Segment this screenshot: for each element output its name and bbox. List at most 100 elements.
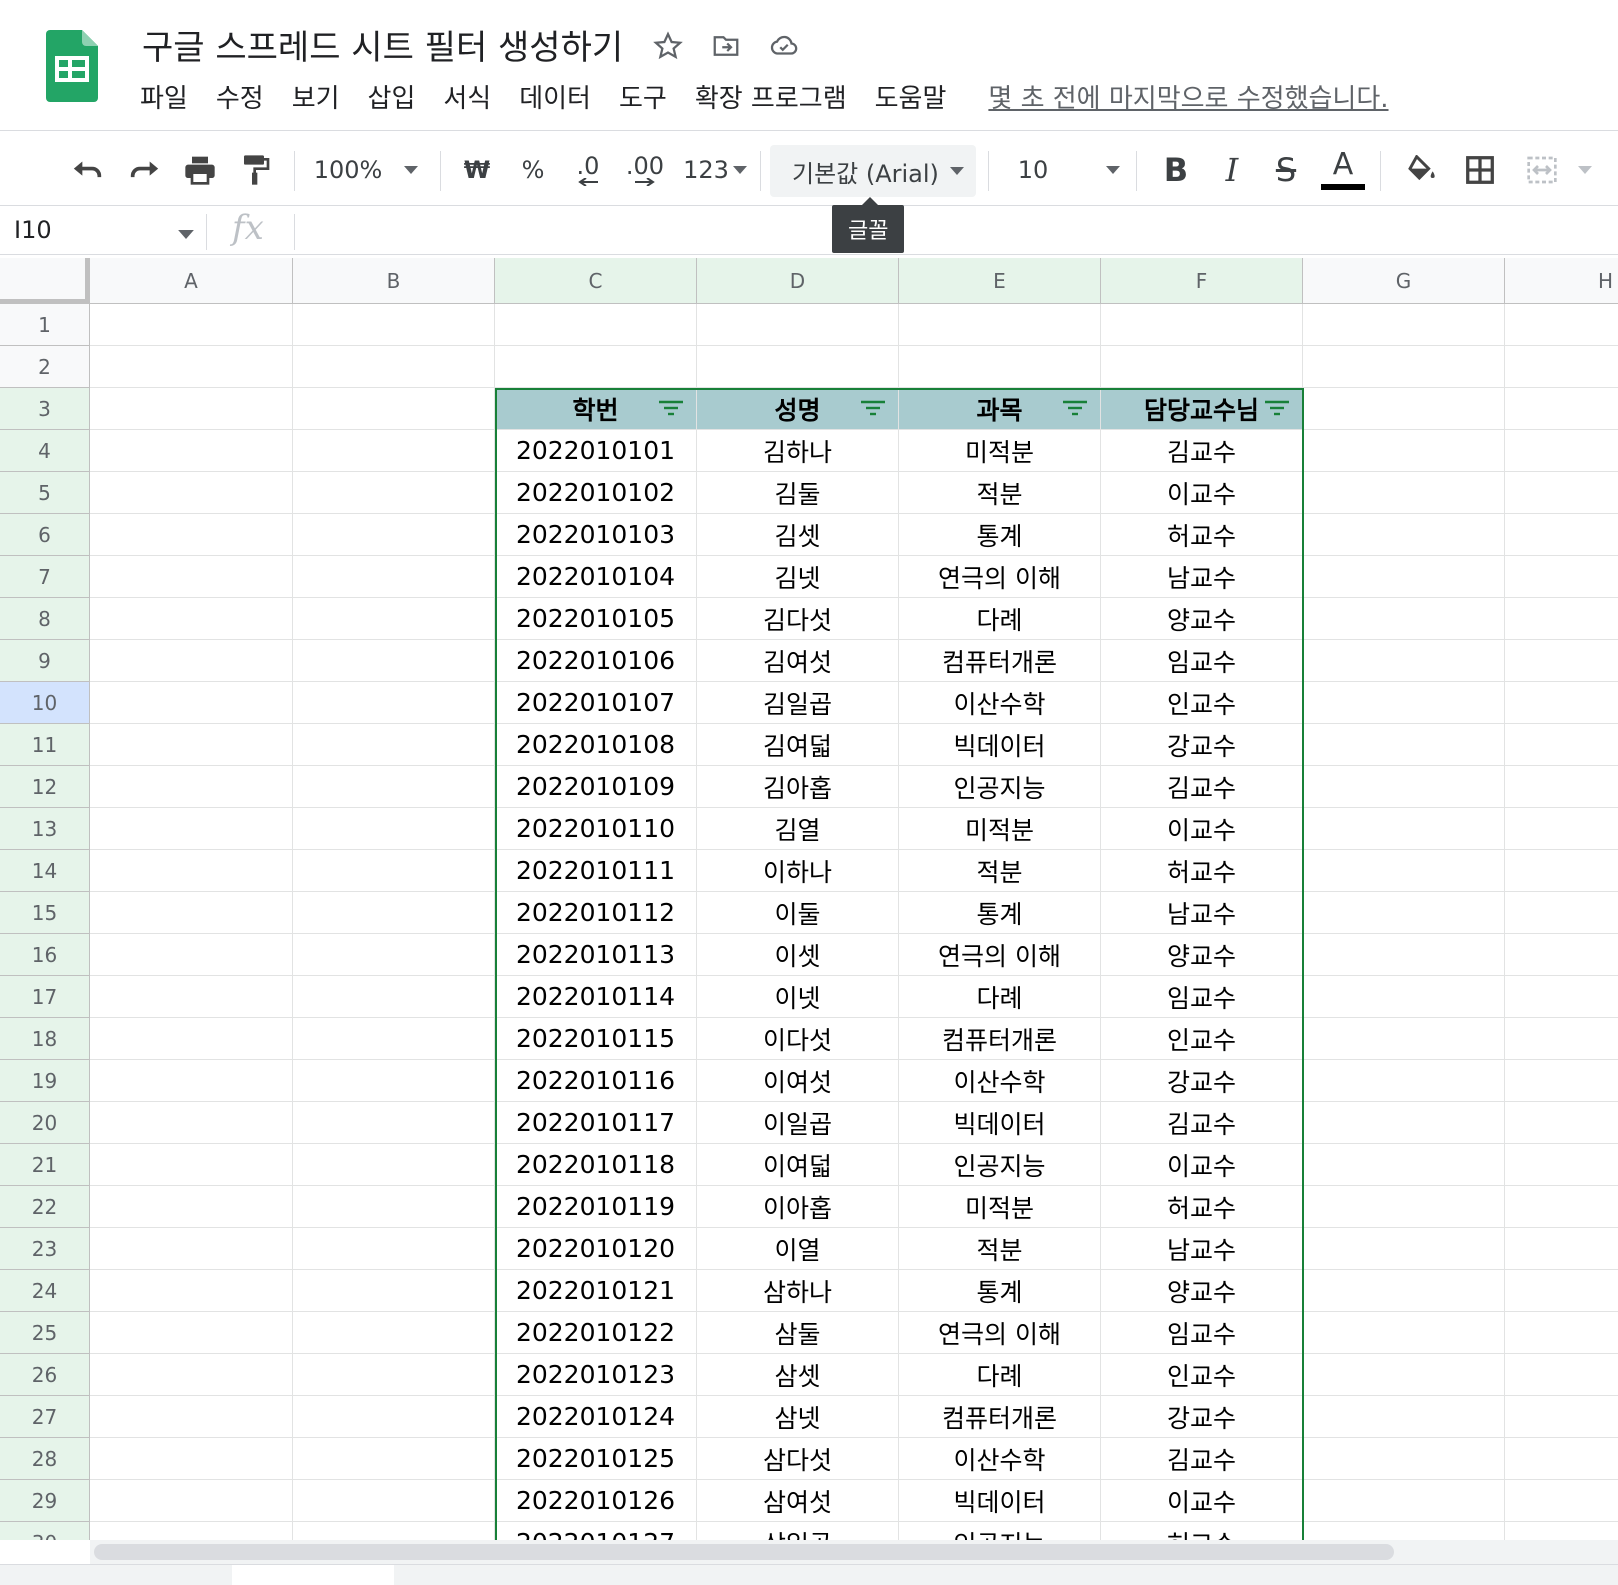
cell-a25[interactable] bbox=[90, 1312, 293, 1354]
cell-c16[interactable]: 2022010113 bbox=[495, 934, 697, 976]
cell-b2[interactable] bbox=[293, 346, 495, 388]
column-header-h[interactable]: H bbox=[1505, 258, 1618, 304]
row-header-27[interactable]: 27 bbox=[0, 1396, 90, 1438]
cell-h18[interactable] bbox=[1505, 1018, 1618, 1060]
font-select[interactable]: 기본값 (Arial) bbox=[770, 145, 976, 197]
cell-c10[interactable]: 2022010107 bbox=[495, 682, 697, 724]
column-header-a[interactable]: A bbox=[90, 258, 293, 304]
cell-d29[interactable]: 삼여섯 bbox=[697, 1480, 899, 1522]
cell-d21[interactable]: 이여덟 bbox=[697, 1144, 899, 1186]
cell-a16[interactable] bbox=[90, 934, 293, 976]
cell-e25[interactable]: 연극의 이해 bbox=[899, 1312, 1101, 1354]
cell-f11[interactable]: 강교수 bbox=[1101, 724, 1303, 766]
cell-g3[interactable] bbox=[1303, 388, 1505, 430]
cell-f3[interactable]: 담당교수님 bbox=[1101, 388, 1303, 430]
cell-b16[interactable] bbox=[293, 934, 495, 976]
cell-b7[interactable] bbox=[293, 556, 495, 598]
cell-c14[interactable]: 2022010111 bbox=[495, 850, 697, 892]
row-header-28[interactable]: 28 bbox=[0, 1438, 90, 1480]
cell-e1[interactable] bbox=[899, 304, 1101, 346]
row-header-4[interactable]: 4 bbox=[0, 430, 90, 472]
cell-c26[interactable]: 2022010123 bbox=[495, 1354, 697, 1396]
cell-b10[interactable] bbox=[293, 682, 495, 724]
cell-b6[interactable] bbox=[293, 514, 495, 556]
cell-b12[interactable] bbox=[293, 766, 495, 808]
cell-g25[interactable] bbox=[1303, 1312, 1505, 1354]
increase-decimal-button[interactable]: .00 bbox=[622, 135, 668, 205]
row-header-7[interactable]: 7 bbox=[0, 556, 90, 598]
cell-c15[interactable]: 2022010112 bbox=[495, 892, 697, 934]
cell-e16[interactable]: 연극의 이해 bbox=[899, 934, 1101, 976]
cell-c18[interactable]: 2022010115 bbox=[495, 1018, 697, 1060]
cell-b3[interactable] bbox=[293, 388, 495, 430]
row-header-10[interactable]: 10 bbox=[0, 682, 90, 724]
cell-a4[interactable] bbox=[90, 430, 293, 472]
menu-format[interactable]: 서식 bbox=[443, 78, 491, 115]
cell-h9[interactable] bbox=[1505, 640, 1618, 682]
cell-f22[interactable]: 허교수 bbox=[1101, 1186, 1303, 1228]
font-size-select[interactable]: 10 bbox=[1016, 135, 1050, 205]
cell-g17[interactable] bbox=[1303, 976, 1505, 1018]
cell-c21[interactable]: 2022010118 bbox=[495, 1144, 697, 1186]
cell-a15[interactable] bbox=[90, 892, 293, 934]
cell-c23[interactable]: 2022010120 bbox=[495, 1228, 697, 1270]
cell-h1[interactable] bbox=[1505, 304, 1618, 346]
cell-e10[interactable]: 이산수학 bbox=[899, 682, 1101, 724]
cell-c12[interactable]: 2022010109 bbox=[495, 766, 697, 808]
cell-c9[interactable]: 2022010106 bbox=[495, 640, 697, 682]
cell-g26[interactable] bbox=[1303, 1354, 1505, 1396]
cell-f30[interactable]: 허교수 bbox=[1101, 1522, 1303, 1540]
cell-h28[interactable] bbox=[1505, 1438, 1618, 1480]
cell-a29[interactable] bbox=[90, 1480, 293, 1522]
row-header-17[interactable]: 17 bbox=[0, 976, 90, 1018]
cell-e28[interactable]: 이산수학 bbox=[899, 1438, 1101, 1480]
cell-e8[interactable]: 다례 bbox=[899, 598, 1101, 640]
cell-d20[interactable]: 이일곱 bbox=[697, 1102, 899, 1144]
row-header-8[interactable]: 8 bbox=[0, 598, 90, 640]
cell-g5[interactable] bbox=[1303, 472, 1505, 514]
cell-b23[interactable] bbox=[293, 1228, 495, 1270]
cell-e6[interactable]: 통계 bbox=[899, 514, 1101, 556]
cell-c7[interactable]: 2022010104 bbox=[495, 556, 697, 598]
menu-insert[interactable]: 삽입 bbox=[368, 78, 416, 115]
font-size-chevron-down-icon[interactable] bbox=[1100, 135, 1126, 205]
cell-d12[interactable]: 김아홉 bbox=[697, 766, 899, 808]
cell-a19[interactable] bbox=[90, 1060, 293, 1102]
cell-d13[interactable]: 김열 bbox=[697, 808, 899, 850]
cell-b20[interactable] bbox=[293, 1102, 495, 1144]
cell-e4[interactable]: 미적분 bbox=[899, 430, 1101, 472]
merge-cells-icon[interactable] bbox=[1520, 135, 1564, 205]
cell-d28[interactable]: 삼다섯 bbox=[697, 1438, 899, 1480]
cell-c11[interactable]: 2022010108 bbox=[495, 724, 697, 766]
cell-h5[interactable] bbox=[1505, 472, 1618, 514]
cell-b27[interactable] bbox=[293, 1396, 495, 1438]
bold-button[interactable]: B bbox=[1156, 135, 1196, 205]
cell-g1[interactable] bbox=[1303, 304, 1505, 346]
cell-f2[interactable] bbox=[1101, 346, 1303, 388]
cell-b9[interactable] bbox=[293, 640, 495, 682]
cell-e3[interactable]: 과목 bbox=[899, 388, 1101, 430]
cell-a2[interactable] bbox=[90, 346, 293, 388]
cell-h16[interactable] bbox=[1505, 934, 1618, 976]
cell-b29[interactable] bbox=[293, 1480, 495, 1522]
cell-d15[interactable]: 이둘 bbox=[697, 892, 899, 934]
menu-tools[interactable]: 도구 bbox=[619, 78, 667, 115]
cell-c2[interactable] bbox=[495, 346, 697, 388]
cell-h14[interactable] bbox=[1505, 850, 1618, 892]
row-header-2[interactable]: 2 bbox=[0, 346, 90, 388]
cell-g29[interactable] bbox=[1303, 1480, 1505, 1522]
row-header-3[interactable]: 3 bbox=[0, 388, 90, 430]
number-format-select[interactable]: 123 bbox=[680, 135, 750, 205]
cell-d7[interactable]: 김넷 bbox=[697, 556, 899, 598]
filter-icon[interactable] bbox=[860, 400, 886, 418]
cell-g19[interactable] bbox=[1303, 1060, 1505, 1102]
cloud-status-icon[interactable] bbox=[766, 28, 802, 64]
cell-a3[interactable] bbox=[90, 388, 293, 430]
row-header-1[interactable]: 1 bbox=[0, 304, 90, 346]
cell-c5[interactable]: 2022010102 bbox=[495, 472, 697, 514]
cell-c27[interactable]: 2022010124 bbox=[495, 1396, 697, 1438]
cell-c25[interactable]: 2022010122 bbox=[495, 1312, 697, 1354]
cell-c3[interactable]: 학번 bbox=[495, 388, 697, 430]
cell-a9[interactable] bbox=[90, 640, 293, 682]
cell-d6[interactable]: 김셋 bbox=[697, 514, 899, 556]
